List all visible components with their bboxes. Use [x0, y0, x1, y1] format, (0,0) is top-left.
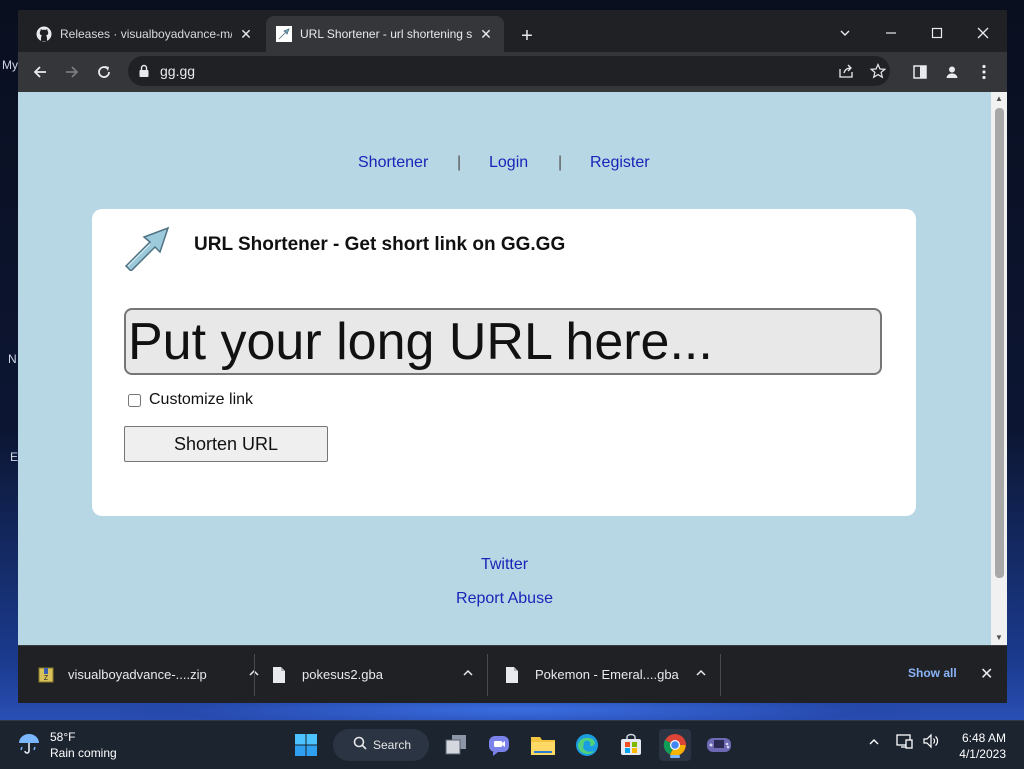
desktop-icon-label[interactable]: My — [2, 58, 18, 72]
lock-icon[interactable] — [138, 64, 150, 83]
url-shortener-favicon — [276, 26, 292, 42]
browser-window: Releases · visualboyadvance-m/v ✕ URL Sh… — [18, 10, 1007, 703]
download-filename: pokesus2.gba — [302, 667, 383, 682]
file-icon — [272, 666, 288, 684]
file-explorer-icon[interactable] — [527, 729, 559, 761]
chevron-up-icon[interactable] — [462, 667, 474, 682]
scrollbar-thumb[interactable] — [995, 108, 1004, 578]
chevron-up-icon[interactable] — [695, 667, 707, 682]
page-viewport: Shortener | Login | Register URL Shorten… — [18, 92, 1007, 645]
minimize-icon[interactable] — [880, 24, 902, 46]
nav-shortener-link[interactable]: Shortener — [358, 154, 428, 172]
download-item[interactable]: Pokemon - Emeral....gba — [505, 646, 707, 703]
twitter-link[interactable]: Twitter — [18, 548, 991, 582]
windows-start-icon[interactable] — [290, 729, 322, 761]
clock-date: 4/1/2023 — [959, 747, 1006, 761]
download-item[interactable]: pokesus2.gba — [272, 646, 474, 703]
zip-file-icon: Z — [38, 666, 54, 684]
scroll-up-icon[interactable]: ▲ — [995, 95, 1003, 103]
github-icon — [36, 26, 52, 42]
tab-search-chevron-icon[interactable] — [834, 24, 856, 46]
chrome-icon[interactable] — [659, 729, 691, 761]
new-tab-icon[interactable]: + — [516, 25, 538, 47]
taskbar-search-button[interactable]: Search — [333, 729, 429, 761]
bookmark-star-icon[interactable] — [869, 63, 887, 84]
browser-toolbar: gg.gg — [18, 52, 1007, 92]
desktop-icon-label[interactable]: E — [10, 450, 18, 464]
tab-title: Releases · visualboyadvance-m/v — [60, 27, 232, 41]
long-url-input[interactable] — [124, 308, 882, 375]
download-divider — [720, 654, 721, 696]
download-item[interactable]: Z visualboyadvance-....zip — [38, 646, 259, 703]
tab-close-icon[interactable]: ✕ — [238, 26, 254, 42]
arrow-logo-icon — [122, 225, 172, 273]
reload-icon[interactable] — [92, 60, 116, 84]
active-indicator — [670, 755, 680, 758]
desktop-icon-label[interactable]: N — [8, 352, 17, 366]
taskbar: 58°F Rain coming Search 6:48 AM 4/1/2023 — [0, 720, 1024, 769]
nav-separator: | — [457, 154, 462, 171]
tab-close-icon[interactable]: ✕ — [478, 26, 494, 42]
tab-strip: Releases · visualboyadvance-m/v ✕ URL Sh… — [18, 10, 1007, 52]
download-filename: Pokemon - Emeral....gba — [535, 667, 679, 682]
address-text: gg.gg — [160, 63, 196, 79]
close-window-icon[interactable] — [972, 24, 994, 46]
clock-time: 6:48 AM — [961, 731, 1006, 745]
forward-arrow-icon[interactable] — [60, 60, 84, 84]
system-tray — [868, 733, 940, 754]
search-icon — [353, 736, 367, 755]
side-panel-icon[interactable] — [908, 60, 932, 84]
weather-widget[interactable]: 58°F Rain coming — [16, 729, 117, 761]
report-abuse-link[interactable]: Report Abuse — [18, 582, 991, 616]
download-filename: visualboyadvance-....zip — [68, 667, 207, 682]
nav-separator: | — [558, 154, 563, 171]
maximize-icon[interactable] — [926, 24, 948, 46]
download-divider — [254, 654, 255, 696]
umbrella-rain-icon — [16, 730, 42, 761]
tab-title: URL Shortener - url shortening se — [300, 27, 472, 41]
back-arrow-icon[interactable] — [28, 60, 52, 84]
share-icon[interactable] — [838, 63, 854, 84]
weather-temperature: 58°F — [50, 730, 76, 744]
tab-url-shortener[interactable]: URL Shortener - url shortening se ✕ — [266, 16, 504, 52]
download-divider — [487, 654, 488, 696]
menu-kebab-icon[interactable] — [972, 60, 996, 84]
profile-icon[interactable] — [940, 60, 964, 84]
search-label: Search — [373, 738, 412, 752]
customize-link-checkbox[interactable] — [128, 393, 141, 407]
svg-text:Z: Z — [44, 675, 49, 682]
page-scrollbar[interactable]: ▲ ▼ — [991, 92, 1007, 645]
scroll-down-icon[interactable]: ▼ — [995, 634, 1003, 642]
teams-chat-icon[interactable] — [483, 729, 515, 761]
close-downloads-icon[interactable]: ✕ — [980, 664, 993, 684]
page-title: URL Shortener - Get short link on GG.GG — [194, 234, 566, 255]
tab-releases[interactable]: Releases · visualboyadvance-m/v ✕ — [26, 16, 264, 52]
weather-description: Rain coming — [50, 746, 117, 760]
footer-links: Twitter Report Abuse — [18, 548, 991, 616]
nav-login-link[interactable]: Login — [489, 154, 528, 172]
volume-icon[interactable] — [922, 733, 940, 754]
nav-register-link[interactable]: Register — [590, 154, 650, 172]
show-all-downloads-button[interactable]: Show all — [908, 666, 957, 680]
address-bar[interactable]: gg.gg — [128, 56, 890, 86]
vba-emulator-icon[interactable] — [703, 729, 735, 761]
shorten-url-button[interactable]: Shorten URL — [124, 426, 328, 462]
taskbar-clock[interactable]: 6:48 AM 4/1/2023 — [950, 730, 1006, 762]
file-icon — [505, 666, 521, 684]
network-icon[interactable] — [896, 733, 914, 754]
shortener-card: URL Shortener - Get short link on GG.GG … — [92, 209, 916, 516]
microsoft-store-icon[interactable] — [615, 729, 647, 761]
customize-link-label: Customize link — [149, 391, 254, 408]
task-view-icon[interactable] — [440, 729, 472, 761]
edge-browser-icon[interactable] — [571, 729, 603, 761]
chevron-up-icon[interactable] — [868, 735, 880, 753]
customize-link-row[interactable]: Customize link — [128, 391, 253, 409]
downloads-bar: Z visualboyadvance-....zip pokesus2.gba … — [18, 645, 1007, 703]
